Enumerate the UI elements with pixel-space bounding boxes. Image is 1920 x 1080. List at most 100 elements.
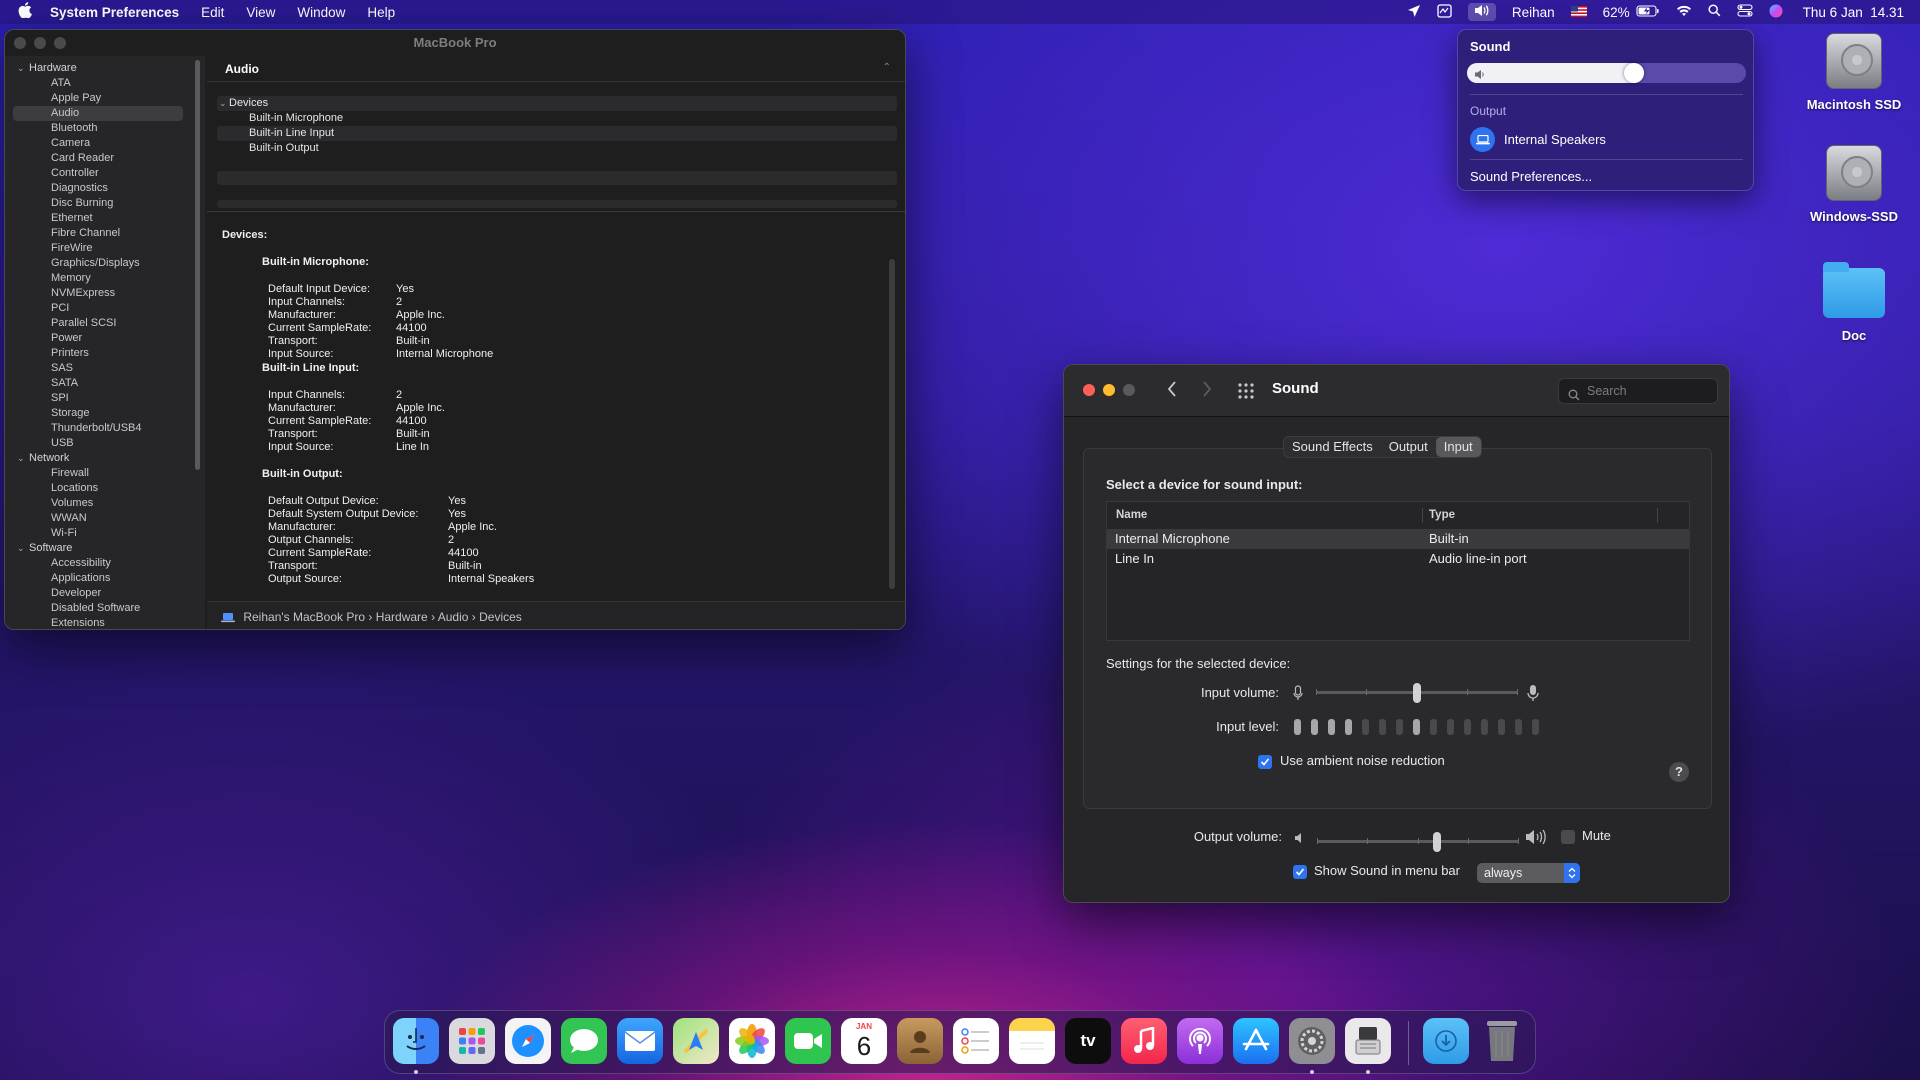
split-divider[interactable] (207, 211, 905, 212)
sidebar-item-accessibility[interactable]: Accessibility (5, 556, 191, 571)
ambient-noise-checkbox[interactable] (1258, 755, 1272, 769)
wifi-icon[interactable] (1676, 5, 1692, 20)
safari-icon[interactable] (505, 1018, 551, 1064)
spotlight-search-icon[interactable] (1708, 4, 1721, 20)
slider-thumb[interactable] (1433, 832, 1442, 852)
menu-help[interactable]: Help (367, 5, 395, 20)
sidebar-group[interactable]: ⌄ Hardware (5, 61, 191, 76)
sidebar-item-firewire[interactable]: FireWire (5, 241, 191, 256)
desktop-icon-macintosh-ssd[interactable]: Macintosh SSD (1794, 33, 1914, 112)
sidebar-item-sas[interactable]: SAS (5, 361, 191, 376)
tab-sound-effects[interactable]: Sound Effects (1284, 437, 1381, 457)
sidebar-item-nvmexpress[interactable]: NVMExpress (5, 286, 191, 301)
output-volume-slider[interactable] (1317, 832, 1519, 852)
path-item[interactable]: Audio (438, 610, 469, 624)
sidebar-item-pci[interactable]: PCI (5, 301, 191, 316)
sidebar-item-fibre-channel[interactable]: Fibre Channel (5, 226, 191, 241)
input-volume-slider[interactable] (1316, 683, 1518, 703)
facetime-icon[interactable] (785, 1018, 831, 1064)
slider-thumb[interactable] (1413, 683, 1421, 703)
date-time[interactable]: Thu 6 Jan 14.31 (1803, 5, 1904, 20)
sidebar-item-ethernet[interactable]: Ethernet (5, 211, 191, 226)
app-store-icon[interactable] (1233, 1018, 1279, 1064)
column-header-type[interactable]: Type (1429, 502, 1455, 529)
apple-tv-icon[interactable]: tv (1065, 1018, 1111, 1064)
sidebar-item-ata[interactable]: ATA (5, 76, 191, 91)
path-item[interactable]: Hardware (376, 610, 428, 624)
show-all-grid-icon[interactable] (1238, 383, 1254, 404)
mute-checkbox[interactable] (1561, 830, 1575, 844)
chevron-down-icon[interactable]: ⌄ (217, 96, 229, 111)
battery-percent[interactable]: 62% (1603, 5, 1630, 20)
volume-slider[interactable] (1467, 63, 1746, 83)
sidebar-item-locations[interactable]: Locations (5, 481, 191, 496)
downloads-folder-icon[interactable] (1423, 1018, 1469, 1064)
sidebar-item-storage[interactable]: Storage (5, 406, 191, 421)
sidebar-item-bluetooth[interactable]: Bluetooth (5, 121, 191, 136)
sidebar-item-wi-fi[interactable]: Wi-Fi (5, 526, 191, 541)
launchpad-icon[interactable] (449, 1018, 495, 1064)
menu-edit[interactable]: Edit (201, 5, 224, 20)
chevron-down-icon[interactable]: ⌄ (17, 451, 29, 466)
sidebar-item-extensions[interactable]: Extensions (5, 616, 191, 629)
path-item[interactable]: Reihan's MacBook Pro (243, 610, 365, 624)
apple-menu-icon[interactable] (18, 2, 36, 22)
us-flag-icon[interactable] (1570, 5, 1587, 20)
sidebar-item-sata[interactable]: SATA (5, 376, 191, 391)
tab-output[interactable]: Output (1381, 437, 1436, 457)
sidebar-item-controller[interactable]: Controller (5, 166, 191, 181)
column-header-name[interactable]: Name (1116, 502, 1147, 529)
reminders-icon[interactable] (953, 1018, 999, 1064)
chevron-down-icon[interactable]: ⌄ (17, 541, 29, 556)
tab-input[interactable]: Input (1435, 437, 1481, 457)
sidebar-item-memory[interactable]: Memory (5, 271, 191, 286)
sidebar-item-developer[interactable]: Developer (5, 586, 191, 601)
minimize-button[interactable] (1103, 384, 1115, 396)
sidebar-item-printers[interactable]: Printers (5, 346, 191, 361)
menu-app-name[interactable]: System Preferences (50, 5, 179, 20)
zoom-button[interactable] (54, 37, 66, 49)
notes-icon[interactable] (1009, 1018, 1055, 1064)
sidebar-item-disc-burning[interactable]: Disc Burning (5, 196, 191, 211)
chevron-down-icon[interactable]: ⌄ (17, 61, 29, 76)
back-arrow-icon[interactable] (1167, 381, 1177, 402)
desktop-icon-windows-ssd[interactable]: Windows-SSD (1794, 145, 1914, 224)
system-information-icon[interactable] (1345, 1018, 1391, 1064)
close-button[interactable] (14, 37, 26, 49)
minimize-button[interactable] (34, 37, 46, 49)
forward-arrow-icon[interactable] (1202, 381, 1212, 402)
tree-item[interactable]: Built-in Line Input (217, 126, 897, 141)
activity-monitor-icon[interactable] (1437, 3, 1452, 21)
search-field[interactable]: Search (1558, 378, 1718, 404)
details-scrollbar[interactable] (889, 259, 895, 589)
sidebar-item-apple-pay[interactable]: Apple Pay (5, 91, 191, 106)
battery-icon[interactable] (1636, 4, 1660, 20)
close-button[interactable] (1083, 384, 1095, 396)
control-center-icon[interactable] (1737, 4, 1753, 20)
sidebar-item-graphics-displays[interactable]: Graphics/Displays (5, 256, 191, 271)
finder-icon[interactable] (393, 1018, 439, 1064)
chevron-up-icon[interactable]: ⌃ (883, 62, 891, 73)
sidebar-item-disabled-software[interactable]: Disabled Software (5, 601, 191, 616)
sidebar-item-wwan[interactable]: WWAN (5, 511, 191, 526)
path-item[interactable]: Devices (479, 610, 522, 624)
sidebar-item-applications[interactable]: Applications (5, 571, 191, 586)
sound-preferences-link[interactable]: Sound Preferences... (1470, 169, 1592, 184)
sidebar-item-power[interactable]: Power (5, 331, 191, 346)
menu-view[interactable]: View (246, 5, 275, 20)
volume-knob[interactable] (1624, 63, 1645, 83)
maps-icon[interactable] (673, 1018, 719, 1064)
messages-icon[interactable] (561, 1018, 607, 1064)
desktop-icon-doc[interactable]: Doc (1794, 262, 1914, 343)
sidebar-item-audio[interactable]: Audio (13, 106, 183, 121)
sidebar-item-camera[interactable]: Camera (5, 136, 191, 151)
sidebar-item-firewall[interactable]: Firewall (5, 466, 191, 481)
contacts-icon[interactable] (897, 1018, 943, 1064)
sidebar-group[interactable]: ⌄ Network (5, 451, 191, 466)
table-row[interactable]: Line In Audio line-in port (1107, 549, 1689, 569)
sidebar-item-usb[interactable]: USB (5, 436, 191, 451)
menu-window[interactable]: Window (297, 5, 345, 20)
table-row[interactable]: Internal Microphone Built-in (1107, 529, 1689, 549)
mail-icon[interactable] (617, 1018, 663, 1064)
tree-item[interactable]: Built-in Output (217, 141, 897, 156)
